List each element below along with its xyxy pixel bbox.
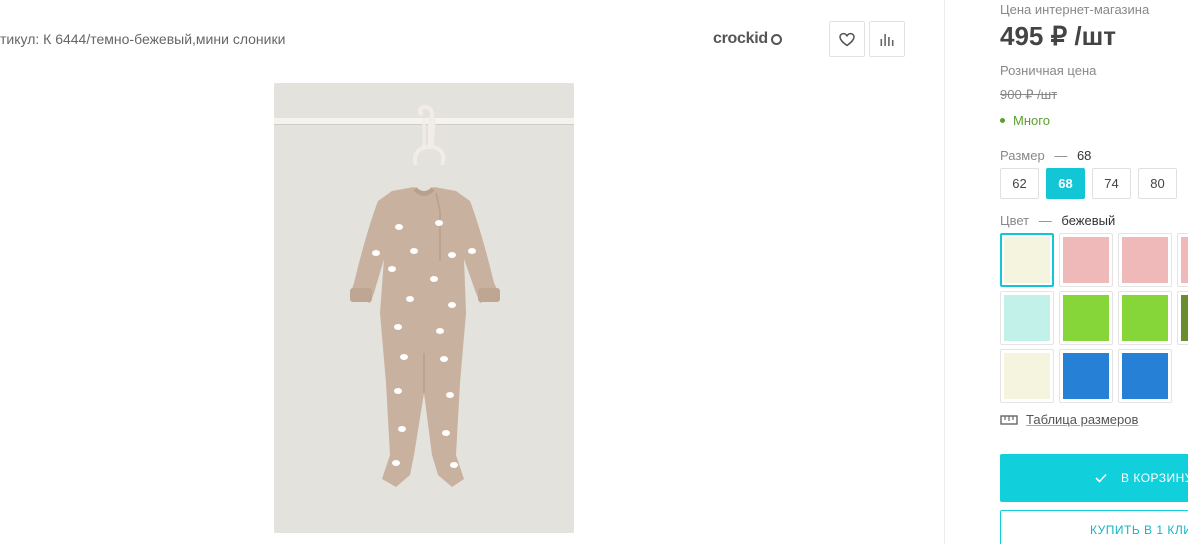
size-option-selected[interactable]: 68 [1046,168,1085,199]
size-option[interactable]: 80 [1138,168,1177,199]
product-image [274,83,574,533]
size-options: 62 68 74 80 [1000,168,1177,199]
brand-name: crockid [713,30,768,47]
color-swatch[interactable] [1177,291,1188,345]
retail-price-label: Розничная цена [1000,63,1097,78]
add-to-cart-button[interactable]: В КОРЗИНУ [1000,454,1188,502]
color-separator: — [1038,213,1052,228]
online-price-label: Цена интернет-магазина [1000,2,1150,17]
size-separator: — [1054,148,1068,163]
color-label: Цвет — бежевый [1000,213,1115,228]
size-table-label: Таблица размеров [1026,412,1139,427]
online-price: 495 ₽ /шт [1000,21,1116,51]
size-option[interactable]: 74 [1092,168,1131,199]
color-swatch[interactable] [1000,349,1054,403]
size-label: Размер — 68 [1000,148,1091,163]
color-swatch[interactable] [1059,291,1113,345]
color-swatch[interactable] [1000,291,1054,345]
brand-logo-icon [770,33,782,45]
compare-button[interactable] [869,21,905,57]
color-swatch[interactable] [1177,233,1188,287]
color-swatch[interactable] [1118,233,1172,287]
size-table-link[interactable]: Таблица размеров [1000,412,1138,427]
bar-chart-icon [880,34,894,46]
color-swatch[interactable] [1118,291,1172,345]
buy-one-click-label: КУПИТЬ В 1 КЛИК [1090,523,1188,537]
heart-icon [839,32,855,46]
size-selected-value: 68 [1076,148,1092,163]
divider [944,0,945,544]
retail-price: 900 ₽ /шт [1000,87,1058,102]
check-icon [1095,473,1107,483]
color-swatch[interactable] [1059,349,1113,403]
product-photo[interactable] [274,83,574,533]
purchase-panel: Цена интернет-магазина 495 ₽ /шт Розничн… [1000,0,1188,544]
stock-dot-icon [1000,118,1005,123]
ruler-icon [1000,414,1018,425]
stock-text: Много [1013,113,1050,128]
stock-status: Много [1000,113,1050,128]
color-label-text: Цвет [1000,213,1030,228]
size-option[interactable]: 62 [1000,168,1039,199]
buy-one-click-button[interactable]: КУПИТЬ В 1 КЛИК [1000,510,1188,544]
size-label-text: Размер [1000,148,1045,163]
color-swatch[interactable] [1059,233,1113,287]
color-swatch[interactable] [1118,349,1172,403]
brand-logo[interactable]: crockid [713,30,782,48]
product-article: тикул: К 6444/темно-бежевый,мини слоники [0,31,286,47]
color-swatches [1000,233,1188,403]
add-to-favorites-button[interactable] [829,21,865,57]
add-to-cart-label: В КОРЗИНУ [1121,471,1188,485]
color-selected-value: бежевый [1061,213,1116,228]
color-swatch-selected[interactable] [1000,233,1054,287]
